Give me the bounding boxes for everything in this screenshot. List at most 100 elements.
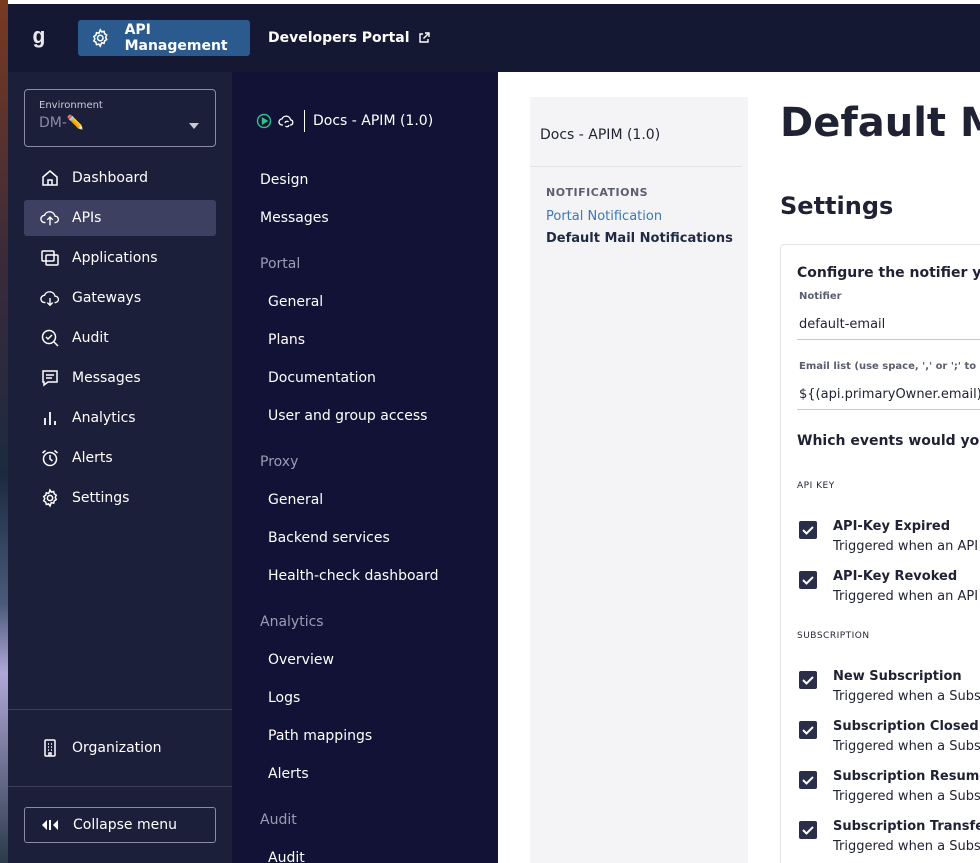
divider xyxy=(8,786,232,787)
notifications-section-label: NOTIFICATIONS xyxy=(546,186,649,199)
subnav-item-design[interactable]: Design xyxy=(260,172,308,188)
collapse-menu-button[interactable]: Collapse menu xyxy=(24,807,216,843)
external-link-icon xyxy=(418,32,430,43)
gear-icon xyxy=(92,28,108,48)
play-circle-icon xyxy=(256,113,272,129)
chevron-down-icon xyxy=(189,123,199,129)
subnav-item-audit[interactable]: Audit xyxy=(268,850,305,863)
notifications-panel: Docs - APIM (1.0) NOTIFICATIONS Portal N… xyxy=(530,97,748,863)
alarm-clock-icon xyxy=(40,448,60,468)
subnav-group-analytics: Analytics xyxy=(260,614,324,630)
settings-heading: Settings xyxy=(780,192,894,220)
sidebar-item-label: Applications xyxy=(72,250,158,266)
api-name: Docs - APIM (1.0) xyxy=(313,113,434,129)
sidebar-item-organization[interactable]: Organization xyxy=(24,730,216,766)
event-checkbox[interactable] xyxy=(799,771,817,789)
event-checkbox[interactable] xyxy=(799,671,817,689)
gear-icon xyxy=(40,488,60,508)
subnav-item-logs[interactable]: Logs xyxy=(268,690,300,706)
event-description: Triggered when a Subs xyxy=(833,739,980,754)
event-checkbox[interactable] xyxy=(799,721,817,739)
event-checkbox[interactable] xyxy=(799,521,817,539)
cloud-upload-icon xyxy=(40,208,60,228)
applications-icon xyxy=(40,248,60,268)
audit-search-icon xyxy=(40,328,60,348)
subnav-group-proxy: Proxy xyxy=(260,454,299,470)
sidebar-item-label: Analytics xyxy=(72,410,136,426)
sidebar-item-dashboard[interactable]: Dashboard xyxy=(24,160,216,196)
home-icon xyxy=(40,168,60,188)
environment-select[interactable]: Environment DM-✏️ xyxy=(24,89,216,147)
portal-notification-link[interactable]: Portal Notification xyxy=(546,209,662,224)
sidebar-item-settings[interactable]: Settings xyxy=(24,480,216,516)
sidebar-item-label: Audit xyxy=(72,330,109,346)
sidebar-item-gateways[interactable]: Gateways xyxy=(24,280,216,316)
collapse-menu-label: Collapse menu xyxy=(73,817,177,833)
environment-label: Environment xyxy=(39,100,103,111)
collapse-arrows-icon xyxy=(42,820,58,830)
main-sidebar: Environment DM-✏️ Dashboard APIs Applica… xyxy=(8,72,232,863)
subnav-item-user-group-access[interactable]: User and group access xyxy=(268,408,427,424)
event-row: New Subscription Triggered when a Subs xyxy=(799,669,980,709)
developers-portal-label: Developers Portal xyxy=(268,30,410,46)
subnav-group-audit: Audit xyxy=(260,812,297,828)
sidebar-item-alerts[interactable]: Alerts xyxy=(24,440,216,476)
sidebar-item-label: Settings xyxy=(72,490,130,506)
event-name: API-Key Revoked xyxy=(833,569,958,584)
gravitee-logo[interactable]: g xyxy=(32,24,54,52)
email-list-field[interactable]: ${(api.primaryOwner.email)!''} xyxy=(799,387,980,402)
sidebar-item-label: Gateways xyxy=(72,290,142,306)
subnav-item-overview[interactable]: Overview xyxy=(268,652,334,668)
developers-portal-link[interactable]: Developers Portal xyxy=(268,20,430,56)
event-name: New Subscription xyxy=(833,669,962,684)
event-checkbox[interactable] xyxy=(799,571,817,589)
event-row: Subscription Transferr Triggered when a … xyxy=(799,819,980,859)
cloud-sync-icon xyxy=(278,115,294,128)
sidebar-item-label: APIs xyxy=(72,210,102,226)
event-checkbox[interactable] xyxy=(799,821,817,839)
event-description: Triggered when an API xyxy=(833,539,979,554)
subnav-item-proxy-general[interactable]: General xyxy=(268,492,323,508)
background-strip xyxy=(0,0,8,863)
sidebar-item-analytics[interactable]: Analytics xyxy=(24,400,216,436)
sidebar-item-label: Dashboard xyxy=(72,170,148,186)
settings-card: Configure the notifier yo Notifier defau… xyxy=(780,244,980,863)
subnav-item-messages[interactable]: Messages xyxy=(260,210,329,226)
event-description: Triggered when a Subs xyxy=(833,839,980,854)
event-name: Subscription Resumed xyxy=(833,769,980,784)
event-row: API-Key Revoked Triggered when an API xyxy=(799,569,980,609)
subnav-item-alerts[interactable]: Alerts xyxy=(268,766,309,782)
api-management-button[interactable]: API Management xyxy=(78,20,250,56)
sidebar-item-messages[interactable]: Messages xyxy=(24,360,216,396)
sidebar-item-label: Organization xyxy=(72,740,162,756)
notifier-field[interactable]: default-email xyxy=(799,317,885,332)
event-description: Triggered when an API xyxy=(833,589,979,604)
event-row: Subscription Resumed Triggered when a Su… xyxy=(799,769,980,809)
default-mail-notifications-link[interactable]: Default Mail Notifications xyxy=(546,231,733,246)
main-content: Docs - APIM (1.0) NOTIFICATIONS Portal N… xyxy=(498,72,980,863)
bar-chart-icon xyxy=(40,408,60,428)
category-subscription: SUBSCRIPTION xyxy=(797,631,870,641)
api-management-label: API Management xyxy=(124,22,228,54)
sidebar-item-apis[interactable]: APIs xyxy=(24,200,216,236)
environment-value: DM-✏️ xyxy=(39,115,85,131)
divider xyxy=(530,166,742,167)
category-api-key: API KEY xyxy=(797,481,835,491)
subnav-group-portal: Portal xyxy=(260,256,301,272)
subnav-item-documentation[interactable]: Documentation xyxy=(268,370,376,386)
api-header: Docs - APIM (1.0) xyxy=(256,110,433,132)
subnav-item-plans[interactable]: Plans xyxy=(268,332,305,348)
subnav-item-portal-general[interactable]: General xyxy=(268,294,323,310)
events-heading: Which events would you xyxy=(797,433,980,449)
configure-heading: Configure the notifier yo xyxy=(797,265,980,281)
subnav-item-health-check[interactable]: Health-check dashboard xyxy=(268,568,439,584)
email-list-label: Email list (use space, ',' or ';' to sep… xyxy=(799,361,980,372)
event-description: Triggered when a Subs xyxy=(833,789,980,804)
subnav-item-path-mappings[interactable]: Path mappings xyxy=(268,728,372,744)
page-title: Default Ma xyxy=(780,100,980,146)
sidebar-item-applications[interactable]: Applications xyxy=(24,240,216,276)
event-name: Subscription Closed xyxy=(833,719,979,734)
subnav-item-backend-services[interactable]: Backend services xyxy=(268,530,390,546)
top-bar: g API Management Developers Portal xyxy=(8,4,980,72)
sidebar-item-audit[interactable]: Audit xyxy=(24,320,216,356)
